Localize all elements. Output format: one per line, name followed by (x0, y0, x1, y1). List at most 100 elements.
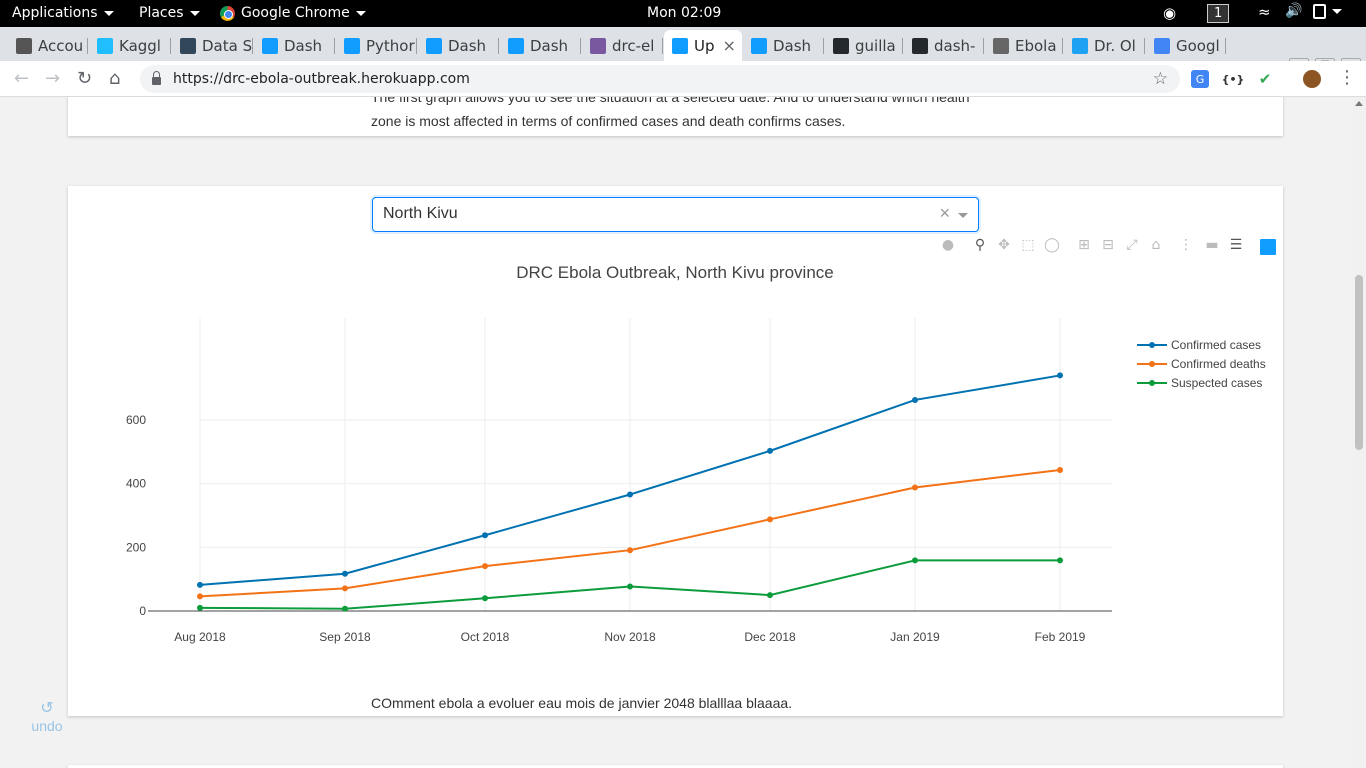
browser-tab[interactable]: Data S (172, 30, 253, 61)
more-menu-icon[interactable]: ⋮ (1338, 67, 1356, 88)
data-point[interactable] (627, 547, 633, 554)
data-point[interactable] (767, 516, 773, 523)
browser-tab[interactable]: Dr. Ol (1064, 30, 1145, 61)
forward-arrow-icon[interactable]: → (45, 68, 60, 89)
data-point[interactable] (197, 581, 203, 588)
data-point[interactable] (482, 595, 488, 602)
tab-separator (983, 38, 984, 54)
legend-label[interactable]: Suspected cases (1171, 376, 1262, 390)
lock-icon (152, 71, 161, 85)
data-point[interactable] (342, 605, 348, 612)
scroll-up-arrow-icon[interactable] (1355, 101, 1363, 106)
legend-marker[interactable] (1149, 380, 1155, 386)
tab-label: Accou (38, 36, 84, 55)
legend-marker[interactable] (1149, 361, 1155, 367)
dash-icon (508, 37, 524, 54)
browser-tab[interactable]: Googl (1146, 30, 1226, 61)
page-scrollbar[interactable] (1352, 97, 1366, 768)
checkmark-extension-icon[interactable]: ✔ (1256, 70, 1274, 88)
x-tick-label: Jan 2019 (890, 630, 940, 644)
browser-tab[interactable]: Dash (254, 30, 335, 61)
tab-label: Data S (202, 36, 253, 55)
tab-label: Dr. Ol (1094, 36, 1136, 55)
data-point[interactable] (197, 593, 203, 600)
data-point[interactable] (482, 532, 488, 539)
data-point[interactable] (342, 585, 348, 592)
tab-label: dash- (934, 36, 976, 55)
tab-separator (902, 38, 903, 54)
legend-marker[interactable] (1149, 342, 1155, 348)
data-point[interactable] (912, 557, 918, 564)
data-point[interactable] (197, 604, 203, 611)
browser-tab[interactable]: Up × (664, 30, 742, 61)
google-translate-extension-icon[interactable]: G (1191, 70, 1209, 88)
places-label: Places (139, 5, 184, 21)
brain-icon (16, 37, 32, 54)
places-menu[interactable]: Places (139, 5, 200, 21)
data-point[interactable] (1057, 372, 1063, 379)
tab-separator (823, 38, 824, 54)
tab-label: drc-el (612, 36, 655, 55)
dash-icon (751, 37, 767, 54)
browser-toolbar: ← → ↻ ⌂ https://drc-ebola-outbreak.herok… (0, 61, 1366, 97)
browser-tab[interactable]: guilla (825, 30, 903, 61)
tab-strip: Accou Kaggl Data S Dash Pythor Dash Dash drc-el… (0, 27, 1366, 83)
undo-button[interactable]: ↺ undo (30, 700, 64, 738)
profile-avatar[interactable] (1303, 70, 1321, 88)
data-point[interactable] (1057, 557, 1063, 564)
chevron-down-icon (355, 10, 366, 16)
power-menu[interactable] (1313, 4, 1342, 19)
x-tick-label: Feb 2019 (1035, 630, 1086, 644)
legend-label[interactable]: Confirmed deaths (1171, 357, 1266, 371)
json-viewer-extension-icon[interactable]: {•} (1222, 70, 1245, 88)
kaggle-icon (97, 37, 113, 54)
address-bar[interactable]: https://drc-ebola-outbreak.herokuapp.com… (140, 65, 1180, 93)
home-icon[interactable]: ⌂ (109, 68, 120, 89)
github-icon (912, 37, 928, 54)
data-point[interactable] (627, 491, 633, 498)
tab-separator (1144, 38, 1145, 54)
browser-tab[interactable]: Kaggl (89, 30, 171, 61)
clear-selection-icon[interactable]: × (939, 203, 950, 224)
workspace-indicator[interactable]: 1 (1207, 4, 1230, 23)
data-point[interactable] (1057, 466, 1063, 473)
chevron-down-icon (103, 10, 114, 16)
data-point[interactable] (912, 396, 918, 403)
browser-tab[interactable]: Pythor (336, 30, 417, 61)
x-tick-label: Dec 2018 (744, 630, 796, 644)
y-tick-label: 600 (126, 413, 146, 427)
y-tick-label: 0 (139, 604, 146, 618)
browser-tab[interactable]: Accou (8, 30, 88, 61)
camera-indicator-icon[interactable]: ◉ (1163, 4, 1176, 22)
data-point[interactable] (912, 484, 918, 491)
chevron-down-icon[interactable] (958, 213, 968, 218)
browser-tab[interactable]: drc-el (582, 30, 663, 61)
legend-label[interactable]: Confirmed cases (1171, 338, 1261, 352)
browser-tab[interactable]: dash- (904, 30, 984, 61)
browser-tab[interactable]: Dash (743, 30, 824, 61)
tab-label: Ebola (1015, 36, 1057, 55)
back-arrow-icon[interactable]: ← (14, 68, 29, 89)
app-menu[interactable]: Google Chrome (220, 5, 366, 21)
reload-icon[interactable]: ↻ (77, 68, 92, 89)
data-point[interactable] (482, 563, 488, 570)
applications-menu[interactable]: Applications (12, 5, 114, 21)
volume-icon[interactable]: 🔊 (1285, 3, 1302, 19)
intro-text-line1: The first graph allows you to see the si… (371, 97, 970, 105)
close-tab-icon[interactable]: × (723, 36, 736, 55)
applications-label: Applications (12, 5, 98, 21)
browser-tab[interactable]: Dash (500, 30, 581, 61)
data-point[interactable] (342, 570, 348, 577)
page-content: The first graph allows you to see the si… (0, 97, 1366, 768)
province-dropdown[interactable]: North Kivu × (372, 197, 979, 232)
wifi-icon[interactable]: ≈ (1258, 3, 1271, 21)
data-point[interactable] (627, 583, 633, 590)
data-point[interactable] (767, 447, 773, 454)
clock[interactable]: Mon 02:09 (647, 5, 721, 21)
data-point[interactable] (767, 592, 773, 599)
browser-tab[interactable]: Ebola (985, 30, 1063, 61)
scrollbar-thumb[interactable] (1355, 275, 1363, 450)
browser-tab[interactable]: Dash (418, 30, 499, 61)
bookmark-star-icon[interactable]: ☆ (1153, 69, 1168, 89)
tab-label: Dash (448, 36, 487, 55)
